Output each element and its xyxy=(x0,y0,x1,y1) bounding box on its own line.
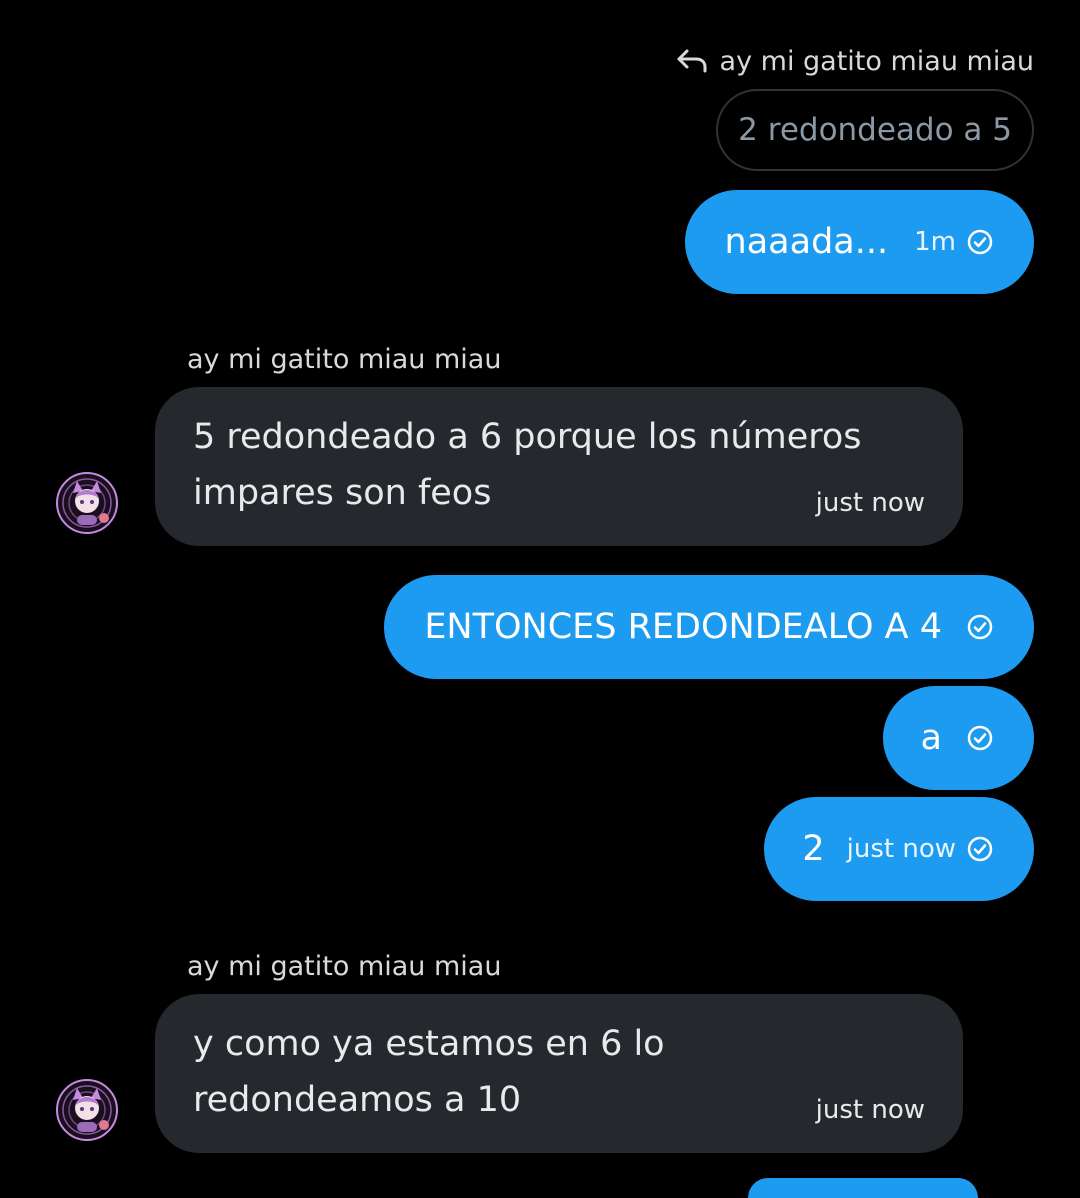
message-bubble-outgoing[interactable]: a xyxy=(882,686,1034,790)
message-bubble-outgoing-partial[interactable] xyxy=(748,1178,978,1198)
message-meta: just now xyxy=(847,834,994,864)
message-time: just now xyxy=(846,834,956,864)
message-bubble-outgoing[interactable]: 2 just now xyxy=(764,797,1034,901)
quoted-message[interactable]: 2 redondeado a 5 xyxy=(716,89,1034,171)
quoted-message-text: 2 redondeado a 5 xyxy=(738,112,1012,148)
contact-avatar[interactable] xyxy=(55,1078,119,1142)
message-bubble-incoming[interactable]: y como ya estamos en 6 lo redondeamos a … xyxy=(155,994,963,1153)
avatar-icon xyxy=(56,472,118,534)
sent-check-icon xyxy=(966,228,994,256)
reply-header: ay mi gatito miau miau xyxy=(676,40,1034,82)
sender-name: ay mi gatito miau miau xyxy=(187,344,502,375)
sent-check-icon xyxy=(966,724,994,752)
sent-check-icon xyxy=(966,835,994,863)
message-text-line: 5 redondeado a 6 porque los números xyxy=(193,417,862,457)
sent-check-icon xyxy=(966,613,994,641)
message-text: naaada... xyxy=(724,222,889,262)
message-meta xyxy=(966,613,994,641)
message-text-line: y como ya estamos en 6 lo xyxy=(193,1024,665,1064)
message-text: a xyxy=(920,718,942,758)
message-text: ENTONCES REDONDEALO A 4 xyxy=(424,607,942,647)
message-time: just now xyxy=(815,488,925,518)
avatar-icon xyxy=(56,1079,118,1141)
message-bubble-outgoing[interactable]: naaada... 1m xyxy=(684,190,1034,294)
reply-arrow-icon xyxy=(676,48,708,74)
message-meta xyxy=(966,724,994,752)
reply-to-name: ay mi gatito miau miau xyxy=(719,45,1034,77)
message-time: just now xyxy=(815,1095,925,1125)
message-meta: 1m xyxy=(914,227,994,257)
contact-avatar[interactable] xyxy=(55,471,119,535)
message-time: 1m xyxy=(914,227,956,257)
message-text: 2 xyxy=(802,829,825,869)
message-bubble-outgoing[interactable]: ENTONCES REDONDEALO A 4 xyxy=(384,575,1034,679)
sender-name: ay mi gatito miau miau xyxy=(187,951,502,982)
message-bubble-incoming[interactable]: 5 redondeado a 6 porque los números impa… xyxy=(155,387,963,546)
